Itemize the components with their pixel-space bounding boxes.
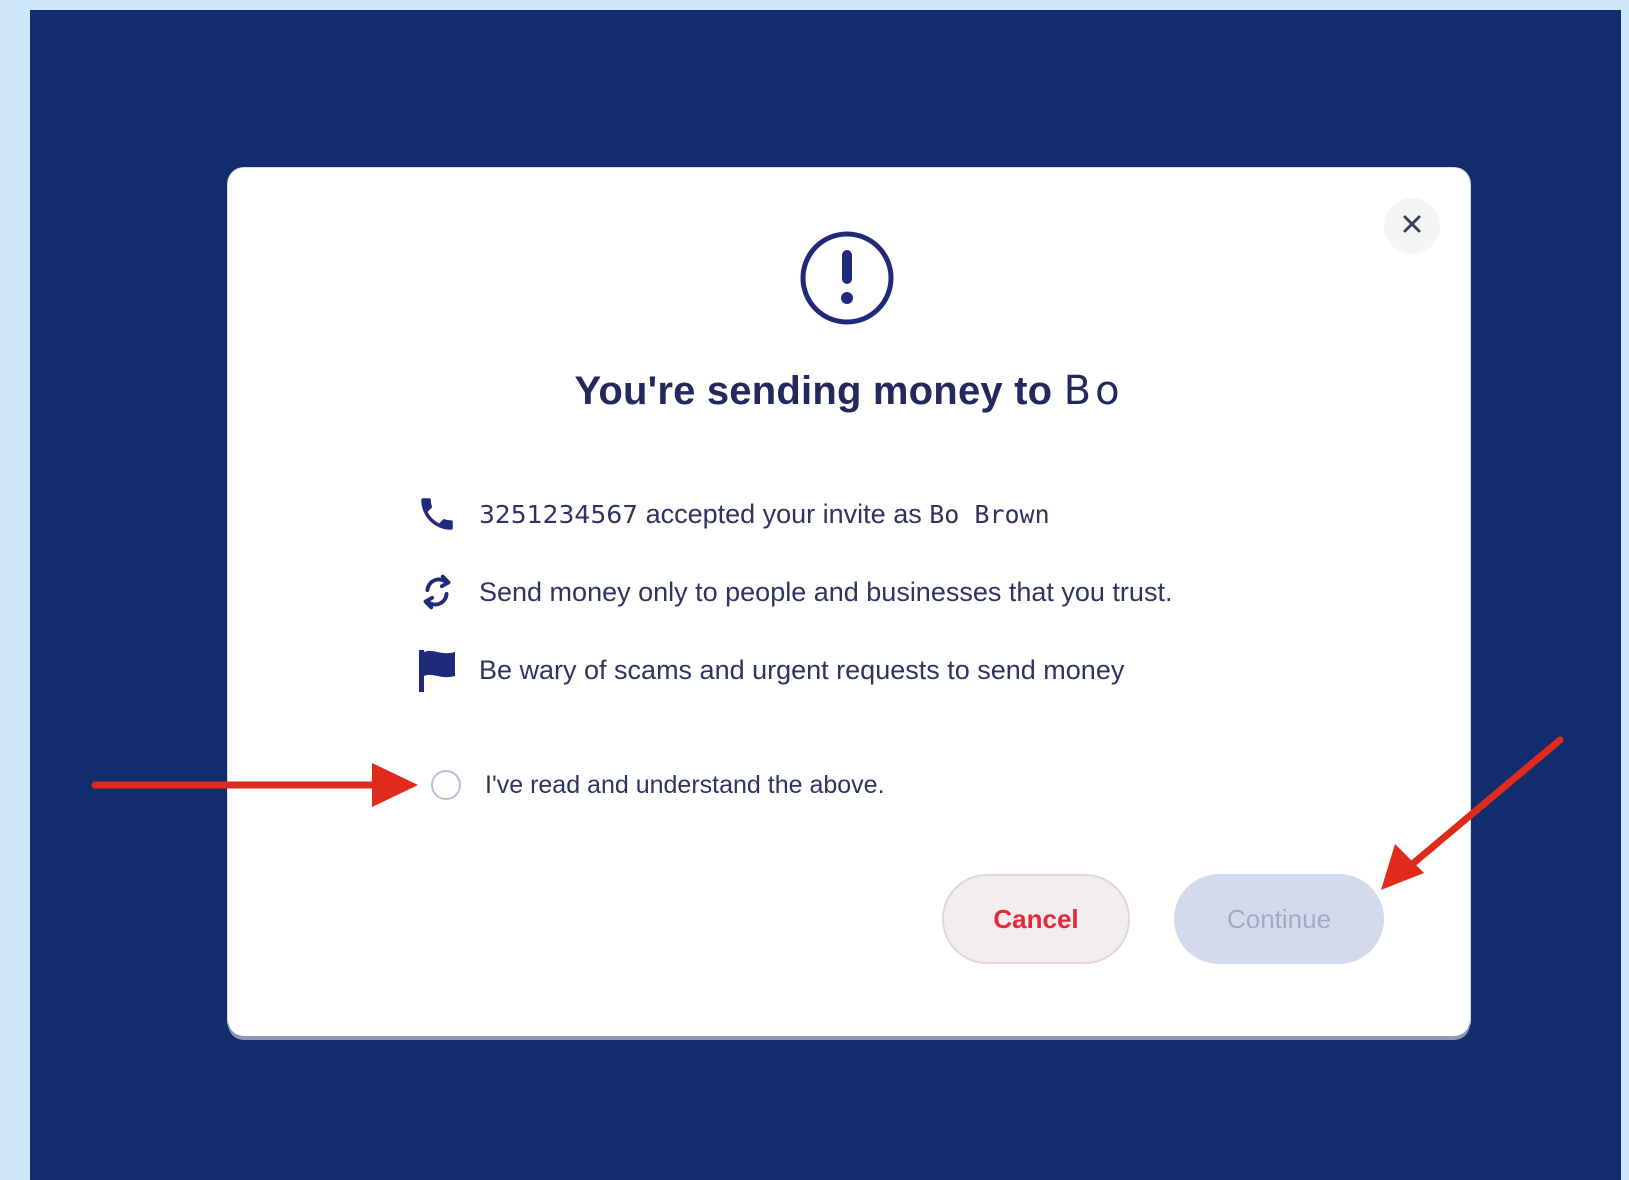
close-button[interactable] — [1384, 198, 1440, 254]
flag-icon — [413, 646, 461, 694]
recipient-name: Bo — [1063, 368, 1124, 414]
exchange-icon — [413, 568, 461, 616]
info-row-phone: 3251234567 accepted your invite as Bo Br… — [413, 486, 1313, 542]
exclamation-circle-icon — [797, 228, 897, 328]
contact-name: Bo Brown — [929, 499, 1050, 529]
info-list: 3251234567 accepted your invite as Bo Br… — [413, 486, 1313, 720]
trust-info-text: Send money only to people and businesses… — [479, 576, 1173, 607]
acknowledge-row[interactable]: I've read and understand the above. — [431, 770, 885, 800]
phone-info-middle: accepted your invite as — [638, 498, 930, 529]
dialog-title: You're sending money to Bo — [228, 368, 1470, 414]
acknowledge-label[interactable]: I've read and understand the above. — [485, 771, 885, 800]
acknowledge-radio[interactable] — [431, 770, 461, 800]
cancel-button[interactable]: Cancel — [942, 874, 1130, 964]
continue-button[interactable]: Continue — [1174, 874, 1384, 964]
phone-icon — [413, 490, 461, 538]
info-row-trust: Send money only to people and businesses… — [413, 564, 1313, 620]
phone-info-text: 3251234567 accepted your invite as Bo Br… — [479, 499, 1050, 530]
modal-backdrop: You're sending money to Bo 3251234567 ac… — [30, 10, 1621, 1180]
title-prefix: You're sending money to — [574, 369, 1064, 413]
close-icon — [1401, 213, 1423, 240]
info-row-scams: Be wary of scams and urgent requests to … — [413, 642, 1313, 698]
phone-number: 3251234567 — [479, 499, 639, 529]
scams-info-text: Be wary of scams and urgent requests to … — [479, 654, 1125, 685]
send-money-confirmation-dialog: You're sending money to Bo 3251234567 ac… — [228, 168, 1470, 1036]
